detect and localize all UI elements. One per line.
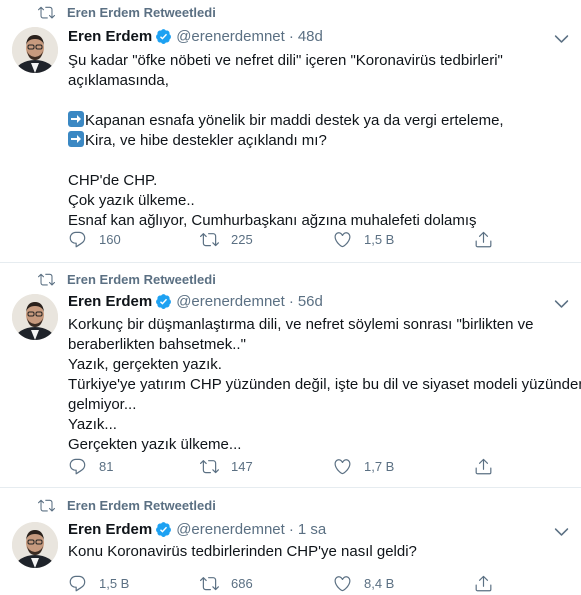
tweet-text-line: gelmiyor... [68,396,137,413]
share-button[interactable] [474,230,505,249]
tweet-text-line: Şu kadar "öfke nöbeti ve nefret dili" iç… [68,52,503,69]
author-handle[interactable]: @erenerdemnet [176,28,285,45]
tweet[interactable]: Eren Erdem Retweetledi Eren Erdem @erene… [0,0,581,263]
retweeted-label[interactable]: Eren Erdem Retweetledi [67,5,216,20]
tweet-text-line: Yazık, gerçekten yazık. [68,356,222,373]
tweet-text: Şu kadar "öfke nöbeti ve nefret dili" iç… [68,51,581,231]
tweet-text-line: Gerçekten yazık ülkeme... [68,436,242,453]
retweet-icon [200,576,219,590]
retweet-button[interactable]: 225 [200,230,253,249]
tweet-text-line: Konu Koronavirüs tedbirlerinden CHP'ye n… [68,543,417,560]
tweet-text-line: Yazık... [68,416,117,433]
author-name[interactable]: Eren Erdem [68,293,152,310]
heart-icon [334,231,351,247]
separator-dot: · [288,28,294,45]
like-button[interactable]: 1,5 B [333,230,394,249]
retweeted-indicator: Eren Erdem Retweetledi [38,271,216,288]
share-icon [475,458,492,474]
retweet-icon [38,499,55,512]
retweet-count: 686 [231,575,253,591]
right-arrow-emoji-icon [68,131,84,147]
tweet-text-line [68,151,581,171]
tweet-text-line: açıklamasında, [68,72,169,89]
tweet-actions: 81 147 1,7 B [68,456,581,476]
retweeted-label[interactable]: Eren Erdem Retweetledi [67,272,216,287]
like-count: 1,7 B [364,458,395,474]
tweet-header: Eren Erdem @erenerdemnet · 56d [68,293,323,310]
author-name[interactable]: Eren Erdem [68,28,152,45]
heart-icon [334,575,351,591]
tweet-time[interactable]: 48d [298,28,323,45]
avatar-image [12,294,58,340]
reply-count: 160 [99,231,121,247]
tweet-text-line: Türkiye'ye yatırım CHP yüzünden değil, i… [68,376,581,393]
tweet-text: Konu Koronavirüs tedbirlerinden CHP'ye n… [68,542,581,562]
tweet-header: Eren Erdem @erenerdemnet · 48d [68,28,323,45]
avatar-image [12,27,58,73]
share-button[interactable] [474,574,505,593]
separator-dot: · [288,293,294,310]
author-handle[interactable]: @erenerdemnet [176,293,285,310]
tweet-text-line: Esnaf kan ağlıyor, Cumhurbaşkanı ağzına … [68,212,477,229]
reply-button[interactable]: 1,5 B [68,574,129,593]
author-name[interactable]: Eren Erdem [68,521,152,538]
tweet-text-line [68,91,581,111]
retweeted-indicator: Eren Erdem Retweetledi [38,497,216,514]
reply-icon [69,231,86,247]
tweet-actions: 160 225 1,5 B [68,229,581,249]
tweet-time[interactable]: 1 sa [298,521,326,538]
like-button[interactable]: 1,7 B [333,457,394,476]
right-arrow-emoji-icon [68,111,84,127]
tweet-actions: 1,5 B 686 8,4 B [68,573,581,593]
heart-icon [334,458,351,474]
retweet-button[interactable]: 147 [200,457,253,476]
retweet-count: 225 [231,231,253,247]
tweet-text: Korkunç bir düşmanlaştırma dili, ve nefr… [68,315,581,455]
retweet-icon [38,6,55,19]
retweeted-label[interactable]: Eren Erdem Retweetledi [67,498,216,513]
tweet[interactable]: Eren Erdem Retweetledi Eren Erdem @erene… [0,263,581,488]
reply-icon [69,575,86,591]
separator-dot: · [288,521,294,538]
tweet-text-line: Kapanan esnafa yönelik bir maddi destek … [68,111,581,131]
verified-badge-icon [156,522,172,537]
share-icon [475,231,492,247]
author-handle[interactable]: @erenerdemnet [176,521,285,538]
avatar-image [12,522,58,568]
share-icon [475,575,492,591]
reply-button[interactable]: 81 [68,457,113,476]
chevron-down-icon[interactable] [552,29,571,48]
like-button[interactable]: 8,4 B [333,574,394,593]
tweet-text-line: CHP'de CHP. [68,172,158,189]
verified-badge-icon [156,294,172,309]
avatar[interactable] [12,294,58,340]
avatar[interactable] [12,522,58,568]
retweet-icon [200,232,219,246]
tweet-header: Eren Erdem @erenerdemnet · 1 sa [68,521,326,538]
like-count: 8,4 B [364,575,395,591]
chevron-down-icon[interactable] [552,522,571,541]
tweet-text-line: beraberlikten bahsetmek.." [68,336,246,353]
tweet-text-line: Kira, ve hibe destekler açıklandı mı? [68,131,581,151]
avatar[interactable] [12,27,58,73]
reply-count: 1,5 B [99,575,130,591]
tweet-time[interactable]: 56d [298,293,323,310]
reply-count: 81 [99,458,114,474]
retweet-button[interactable]: 686 [200,574,253,593]
like-count: 1,5 B [364,231,395,247]
retweet-icon [38,273,55,286]
retweeted-indicator: Eren Erdem Retweetledi [38,4,216,21]
retweet-count: 147 [231,458,253,474]
retweet-icon [200,459,219,473]
share-button[interactable] [474,457,505,476]
verified-badge-icon [156,29,172,44]
reply-button[interactable]: 160 [68,230,121,249]
chevron-down-icon[interactable] [552,294,571,313]
tweet-text-line: Çok yazık ülkeme.. [68,192,195,209]
tweet[interactable]: Eren Erdem Retweetledi Eren Erdem @erene… [0,488,581,595]
tweet-text-line: Korkunç bir düşmanlaştırma dili, ve nefr… [68,316,534,333]
reply-icon [69,458,86,474]
